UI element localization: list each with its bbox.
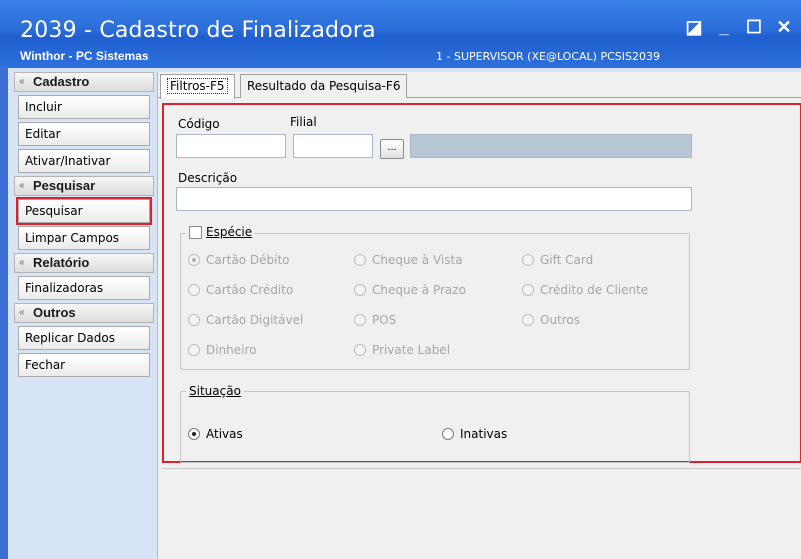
radio-cartao-credito-label: Cartão Crédito: [206, 283, 294, 297]
radio-dot: [188, 314, 200, 326]
filial-description-field: [410, 134, 692, 158]
descricao-input[interactable]: [176, 187, 692, 211]
radio-credito-cliente[interactable]: Crédito de Cliente: [522, 283, 648, 297]
radio-gift-card[interactable]: Gift Card: [522, 253, 593, 267]
especie-checkbox[interactable]: [189, 225, 202, 239]
radio-cheque-prazo[interactable]: Cheque à Prazo: [354, 283, 466, 297]
group-pesquisar[interactable]: « Pesquisar: [14, 176, 154, 196]
tab-resultado[interactable]: Resultado da Pesquisa-F6: [240, 74, 408, 98]
situacao-group: [180, 391, 690, 463]
radio-dot: [354, 254, 366, 266]
group-outros[interactable]: « Outros: [14, 303, 154, 323]
radio-inativas-label: Inativas: [460, 427, 508, 441]
tab-bar: Filtros-F5 Resultado da Pesquisa-F6: [158, 72, 801, 99]
radio-dot: [522, 314, 534, 326]
radio-pos[interactable]: POS: [354, 313, 396, 327]
sidebar: « Cadastro Incluir Editar Ativar/Inativa…: [14, 72, 154, 380]
descricao-label: Descrição: [178, 171, 238, 185]
radio-dinheiro[interactable]: Dinheiro: [188, 343, 257, 357]
filters-panel: Código Filial ... Descrição Espécie Cart…: [162, 103, 801, 463]
main-content: Filtros-F5 Resultado da Pesquisa-F6 Códi…: [157, 72, 801, 559]
radio-cheque-vista[interactable]: Cheque à Vista: [354, 253, 463, 267]
group-outros-title: Outros: [33, 305, 76, 320]
radio-outros[interactable]: Outros: [522, 313, 580, 327]
editar-button[interactable]: Editar: [18, 122, 150, 146]
radio-cartao-debito-label: Cartão Débito: [206, 253, 290, 267]
group-cadastro[interactable]: « Cadastro: [14, 72, 154, 92]
filial-search-button[interactable]: ...: [380, 139, 404, 159]
radio-gift-card-label: Gift Card: [540, 253, 594, 267]
codigo-input[interactable]: [176, 134, 286, 158]
replicar-dados-button[interactable]: Replicar Dados: [18, 326, 150, 350]
radio-cartao-digitavel-label: Cartão Digitável: [206, 313, 304, 327]
company-name: Winthor - PC Sistemas: [20, 49, 149, 63]
situacao-legend: Situação: [186, 384, 244, 398]
user-info: 1 - SUPERVISOR (XE@LOCAL) PCSIS2039: [436, 50, 660, 63]
tab-resultado-label: Resultado da Pesquisa-F6: [247, 79, 401, 93]
maximize-icon[interactable]: ☐: [745, 18, 763, 36]
radio-outros-label: Outros: [540, 313, 581, 327]
tab-filtros-label: Filtros-F5: [167, 78, 228, 94]
group-relatorio-title: Relatório: [33, 255, 90, 270]
situacao-label: Situação: [189, 384, 241, 398]
fechar-button[interactable]: Fechar: [18, 353, 150, 377]
bottom-empty-area: [162, 468, 801, 559]
radio-dinheiro-label: Dinheiro: [206, 343, 257, 357]
radio-private-label[interactable]: Private Label: [354, 343, 450, 357]
filial-label: Filial: [290, 115, 317, 129]
radio-dot: [522, 284, 534, 296]
radio-ativas-label: Ativas: [206, 427, 243, 441]
radio-dot: [354, 344, 366, 356]
chevron-up-icon: «: [19, 257, 25, 268]
radio-inativas[interactable]: Inativas: [442, 427, 507, 441]
ativar-inativar-button[interactable]: Ativar/Inativar: [18, 149, 150, 173]
group-relatorio[interactable]: « Relatório: [14, 253, 154, 273]
radio-dot: [188, 284, 200, 296]
radio-dot: [188, 254, 200, 266]
filial-input[interactable]: [293, 134, 373, 158]
window-frame-left: [0, 68, 8, 559]
window-controls: ◪ _ ☐ ✕: [685, 18, 793, 36]
group-cadastro-title: Cadastro: [33, 74, 90, 89]
codigo-label: Código: [178, 117, 220, 131]
close-icon[interactable]: ✕: [775, 18, 793, 36]
radio-dot: [354, 314, 366, 326]
finalizadoras-button[interactable]: Finalizadoras: [18, 276, 150, 300]
limpar-campos-button[interactable]: Limpar Campos: [18, 226, 150, 250]
radio-cheque-vista-label: Cheque à Vista: [372, 253, 463, 267]
incluir-button[interactable]: Incluir: [18, 95, 150, 119]
radio-dot: [188, 344, 200, 356]
radio-dot: [442, 428, 454, 440]
especie-legend: Espécie: [186, 225, 256, 239]
title-bar: 2039 - Cadastro de Finalizadora Winthor …: [0, 0, 801, 68]
especie-label: Espécie: [206, 225, 253, 239]
pesquisar-button[interactable]: Pesquisar: [16, 197, 152, 225]
radio-private-label-label: Private Label: [372, 343, 451, 357]
window-title: 2039 - Cadastro de Finalizadora: [20, 18, 376, 43]
minimize-icon[interactable]: _: [715, 18, 733, 36]
chevron-up-icon: «: [19, 76, 25, 87]
radio-cartao-credito[interactable]: Cartão Crédito: [188, 283, 293, 297]
group-pesquisar-title: Pesquisar: [33, 178, 96, 193]
radio-cartao-digitavel[interactable]: Cartão Digitável: [188, 313, 303, 327]
radio-cartao-debito[interactable]: Cartão Débito: [188, 253, 290, 267]
radio-cheque-prazo-label: Cheque à Prazo: [372, 283, 466, 297]
radio-ativas[interactable]: Ativas: [188, 427, 243, 441]
chevron-up-icon: «: [19, 307, 25, 318]
radio-dot: [522, 254, 534, 266]
radio-pos-label: POS: [372, 313, 397, 327]
radio-dot: [354, 284, 366, 296]
chevron-up-icon: «: [19, 180, 25, 191]
radio-dot: [188, 428, 200, 440]
restore-icon[interactable]: ◪: [685, 18, 703, 36]
tab-filtros[interactable]: Filtros-F5: [160, 74, 235, 99]
radio-credito-cliente-label: Crédito de Cliente: [540, 283, 649, 297]
